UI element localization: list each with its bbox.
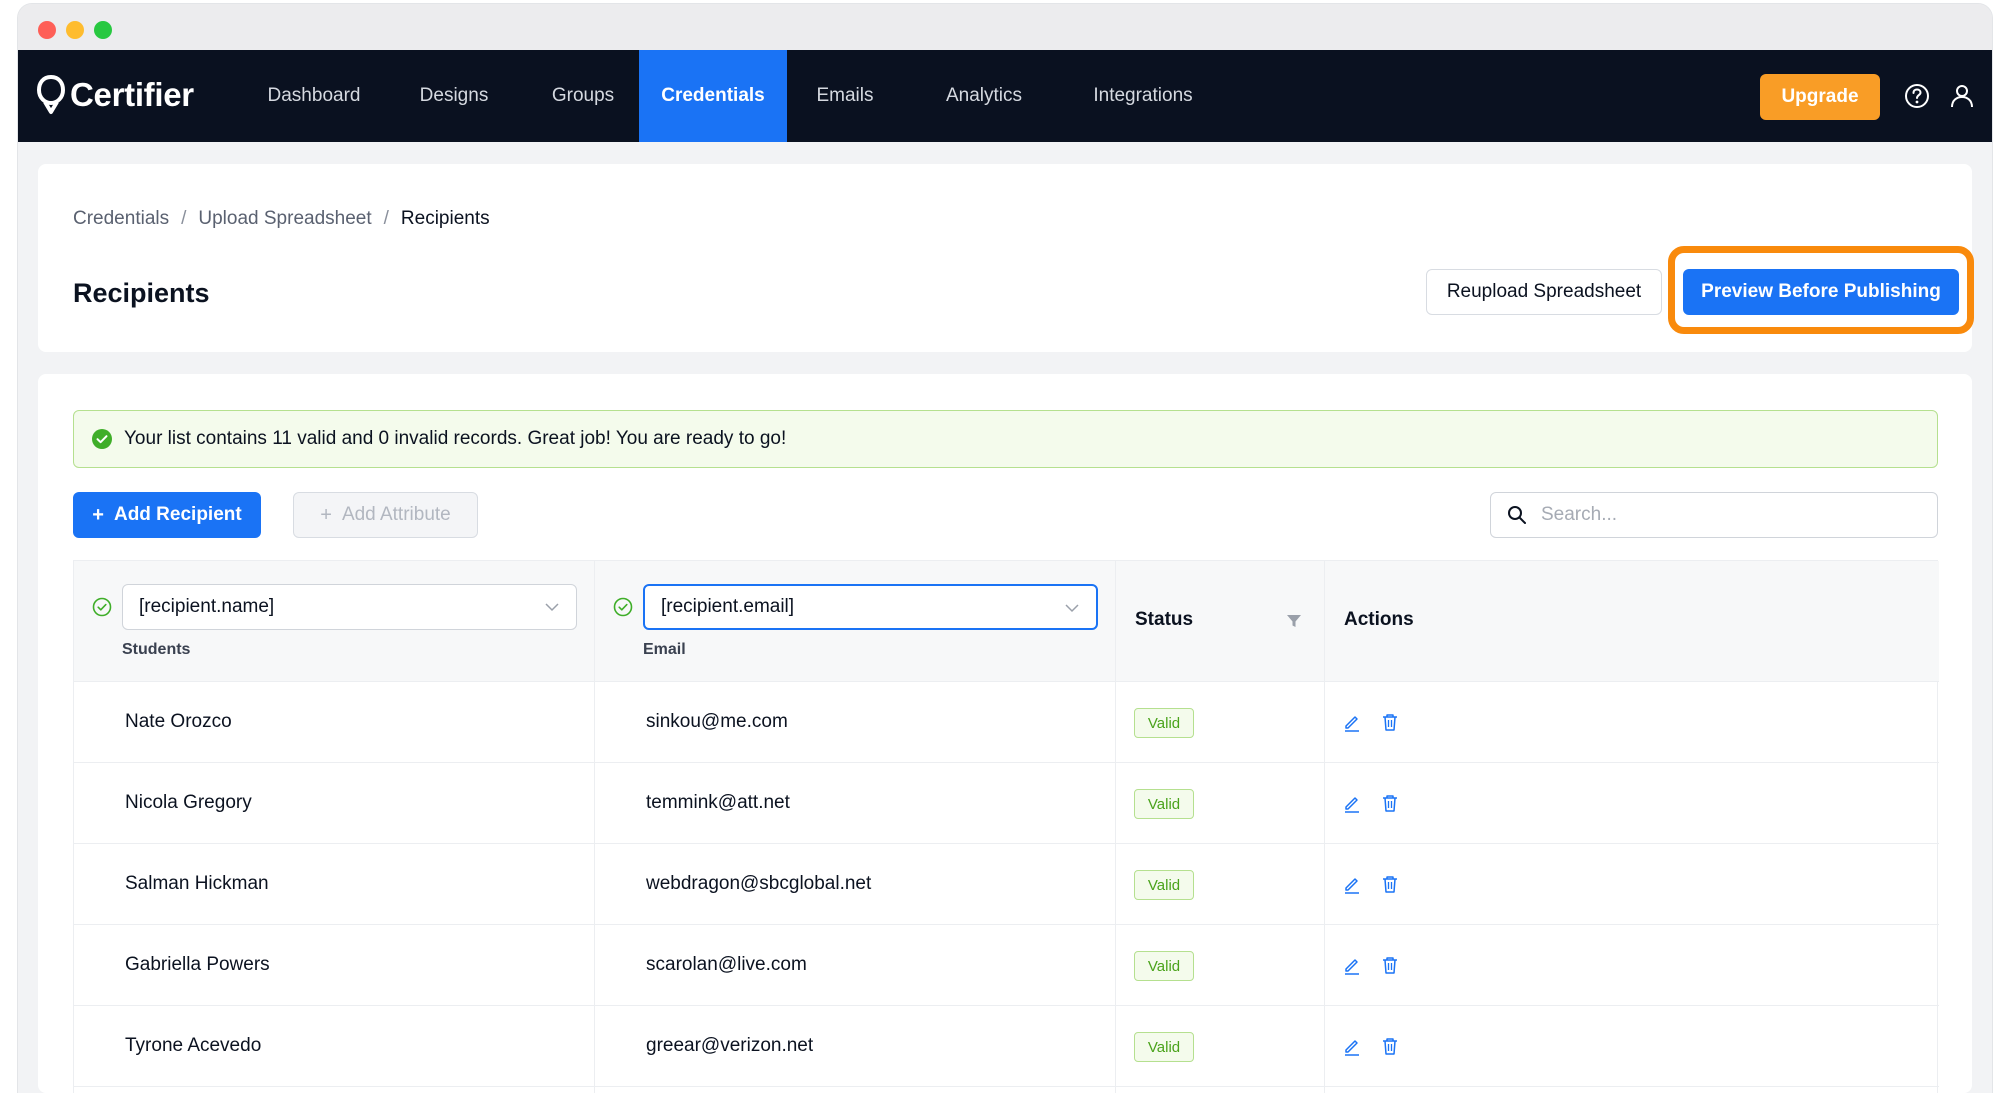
- status-badge: Valid: [1134, 870, 1194, 900]
- table-row: Nate Orozco sinkou@me.com Valid: [74, 682, 1939, 763]
- top-navbar: Certifier Dashboard Designs Groups Crede…: [18, 50, 1992, 142]
- plus-icon: +: [92, 503, 104, 526]
- add-recipient-button[interactable]: + Add Recipient: [73, 492, 261, 538]
- help-circle-icon[interactable]: [1903, 82, 1931, 110]
- email-column-select-value: [recipient.email]: [661, 596, 795, 617]
- nav-dashboard[interactable]: Dashboard: [250, 50, 378, 142]
- recipient-name: Salman Hickman: [125, 873, 269, 894]
- recipient-name: Nate Orozco: [125, 711, 232, 732]
- column-header-email: [recipient.email] Email: [595, 561, 1115, 682]
- delete-trash-icon[interactable]: [1380, 712, 1400, 732]
- app-window: Certifier Dashboard Designs Groups Crede…: [18, 4, 1992, 1093]
- search-icon: [1508, 506, 1526, 524]
- add-attribute-button[interactable]: + Add Attribute: [293, 492, 478, 538]
- table-body: Nate Orozco sinkou@me.com Valid Nicola G…: [74, 682, 1939, 1087]
- add-attribute-label: Add Attribute: [341, 504, 451, 525]
- minimize-window-button[interactable]: [66, 21, 84, 39]
- plus-icon: +: [320, 503, 332, 526]
- user-icon[interactable]: [1948, 82, 1976, 110]
- status-badge: Valid: [1134, 1032, 1194, 1062]
- edit-pencil-icon[interactable]: [1342, 1036, 1362, 1056]
- nav-integrations[interactable]: Integrations: [1070, 50, 1216, 142]
- edit-pencil-icon[interactable]: [1342, 955, 1362, 975]
- table-header: [recipient.name] Students [recipient.ema…: [74, 561, 1939, 682]
- recipient-email: temmink@att.net: [646, 792, 790, 813]
- recipient-email: scarolan@live.com: [646, 954, 807, 975]
- recipients-table: [recipient.name] Students [recipient.ema…: [73, 560, 1939, 1093]
- column-header-actions: Actions: [1325, 561, 1533, 682]
- recipient-name: Gabriella Powers: [125, 954, 270, 975]
- column-header-name: [recipient.name] Students: [74, 561, 594, 682]
- preview-before-publishing-button[interactable]: Preview Before Publishing: [1683, 269, 1959, 315]
- table-row: Salman Hickman webdragon@sbcglobal.net V…: [74, 844, 1939, 925]
- nav-credentials[interactable]: Credentials: [639, 50, 787, 142]
- column-header-status: Status: [1116, 561, 1324, 682]
- nav-analytics[interactable]: Analytics: [922, 50, 1046, 142]
- page-title: Recipients: [73, 278, 210, 308]
- email-column-select[interactable]: [recipient.email]: [643, 584, 1098, 630]
- check-circle-icon: [92, 429, 112, 449]
- alert-message: Your list contains 11 valid and 0 invali…: [124, 428, 787, 449]
- delete-trash-icon[interactable]: [1380, 955, 1400, 975]
- search-input[interactable]: [1541, 504, 1921, 526]
- recipient-email: sinkou@me.com: [646, 711, 788, 732]
- nav-groups[interactable]: Groups: [528, 50, 638, 142]
- status-header-label: Status: [1135, 609, 1194, 630]
- close-window-button[interactable]: [38, 21, 56, 39]
- logo[interactable]: Certifier: [36, 72, 194, 118]
- breadcrumb-upload-spreadsheet[interactable]: Upload Spreadsheet: [198, 208, 371, 230]
- edit-pencil-icon[interactable]: [1342, 793, 1362, 813]
- name-column-select[interactable]: [recipient.name]: [122, 584, 577, 630]
- edit-pencil-icon[interactable]: [1342, 712, 1362, 732]
- recipient-email: greear@verizon.net: [646, 1035, 814, 1056]
- filter-icon[interactable]: [1286, 613, 1302, 629]
- logo-text: Certifier: [70, 76, 194, 113]
- maximize-window-button[interactable]: [94, 21, 112, 39]
- upgrade-button[interactable]: Upgrade: [1760, 74, 1880, 120]
- table-row: Gabriella Powers scarolan@live.com Valid: [74, 925, 1939, 1006]
- certifier-logo-icon: [36, 74, 66, 114]
- actions-header-label: Actions: [1344, 609, 1414, 630]
- delete-trash-icon[interactable]: [1380, 1036, 1400, 1056]
- chevron-down-icon: [1065, 604, 1079, 613]
- breadcrumb-separator: /: [383, 208, 389, 229]
- column-valid-check-icon: [613, 597, 633, 617]
- breadcrumb-recipients: Recipients: [400, 208, 490, 229]
- window-titlebar: [18, 4, 1992, 50]
- success-alert: Your list contains 11 valid and 0 invali…: [73, 410, 1938, 468]
- edit-pencil-icon[interactable]: [1342, 874, 1362, 894]
- reupload-spreadsheet-button[interactable]: Reupload Spreadsheet: [1426, 269, 1662, 315]
- name-column-select-value: [recipient.name]: [139, 596, 275, 617]
- recipients-card: Your list contains 11 valid and 0 invali…: [38, 374, 1972, 1093]
- nav-emails[interactable]: Emails: [789, 50, 901, 142]
- recipient-name: Tyrone Acevedo: [125, 1035, 262, 1056]
- nav-designs[interactable]: Designs: [398, 50, 510, 142]
- chevron-down-icon: [545, 603, 559, 612]
- add-recipient-label: Add Recipient: [113, 504, 242, 525]
- breadcrumb-separator: /: [181, 208, 187, 229]
- status-badge: Valid: [1134, 951, 1194, 981]
- name-column-sublabel: Students: [122, 641, 191, 658]
- recipient-name: Nicola Gregory: [125, 792, 252, 813]
- status-badge: Valid: [1134, 708, 1194, 738]
- recipient-email: webdragon@sbcglobal.net: [646, 873, 872, 894]
- table-row: Tyrone Acevedo greear@verizon.net Valid: [74, 1006, 1939, 1087]
- table-row: Nicola Gregory temmink@att.net Valid: [74, 763, 1939, 844]
- breadcrumb: Credentials / Upload Spreadsheet / Recip…: [73, 208, 490, 230]
- search-box[interactable]: [1490, 492, 1938, 538]
- breadcrumb-credentials[interactable]: Credentials: [73, 208, 169, 230]
- status-badge: Valid: [1134, 789, 1194, 819]
- delete-trash-icon[interactable]: [1380, 793, 1400, 813]
- header-card: Credentials / Upload Spreadsheet / Recip…: [38, 164, 1974, 352]
- email-column-sublabel: Email: [643, 641, 686, 658]
- delete-trash-icon[interactable]: [1380, 874, 1400, 894]
- column-valid-check-icon: [92, 597, 112, 617]
